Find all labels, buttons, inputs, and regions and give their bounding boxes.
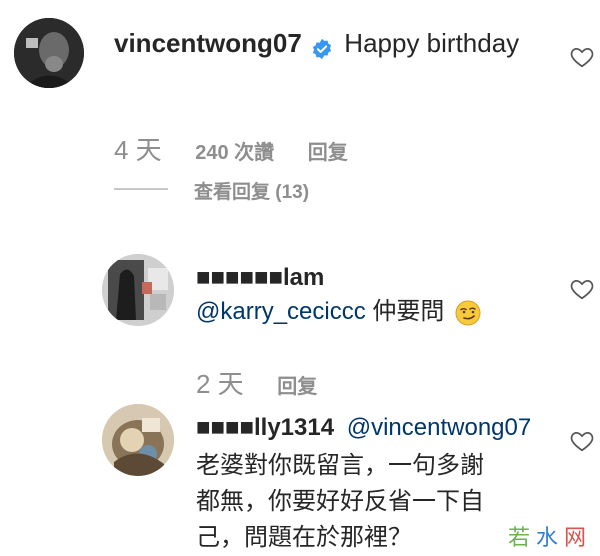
smirking-face-emoji	[455, 300, 481, 326]
heart-outline-icon[interactable]	[568, 44, 596, 70]
comment-username[interactable]: ■■■■lly1314	[196, 414, 334, 441]
site-watermark: 若水网	[499, 518, 600, 556]
comment-text-line: 己，問題在於那裡？	[196, 524, 412, 551]
verified-badge-icon	[311, 32, 333, 60]
watermark-char: 水	[535, 525, 564, 550]
reply-button[interactable]: 回复	[277, 376, 317, 398]
reply-button[interactable]: 回复	[308, 142, 348, 164]
comment-time: 2 天	[196, 369, 244, 399]
comment-time: 4 天	[114, 135, 162, 165]
comment-meta: 2 天 回复	[196, 364, 345, 401]
comment-text-line: 都無，你要好好反省一下自	[196, 488, 484, 515]
watermark-char: 网	[563, 525, 592, 550]
comment-username[interactable]: vincentwong07	[114, 28, 302, 58]
heart-outline-icon[interactable]	[568, 428, 596, 454]
avatar-photo	[14, 18, 84, 88]
avatar-photo	[102, 404, 174, 476]
comment-2: ■■■■■■lam @karry_ceciccc 仲要問 2 天 回复	[0, 240, 600, 399]
view-replies-button[interactable]: 查看回复 (13)	[194, 177, 309, 204]
comment-likes[interactable]: 240 次讚	[195, 142, 274, 164]
comment-meta: 4 天 240 次讚 回复	[114, 130, 376, 167]
comment-text-line: 老婆對你既留言，一句多謝	[196, 452, 484, 479]
avatar[interactable]	[14, 18, 84, 88]
avatar[interactable]	[102, 404, 174, 476]
comment-username[interactable]: ■■■■■■lam	[196, 264, 324, 291]
comment-text: Happy birthday	[344, 28, 520, 58]
mention-link[interactable]: @karry_ceciccc	[196, 298, 366, 325]
avatar[interactable]	[102, 254, 174, 326]
replies-divider	[114, 188, 168, 190]
comment-1: vincentwong07 Happy birthday 4 天 240 次讚 …	[0, 0, 600, 215]
avatar-photo	[102, 254, 174, 326]
comment-text: 仲要問	[365, 298, 445, 325]
mention-link[interactable]: @vincentwong07	[347, 414, 531, 441]
heart-outline-icon[interactable]	[568, 276, 596, 302]
watermark-char: 若	[507, 525, 536, 550]
